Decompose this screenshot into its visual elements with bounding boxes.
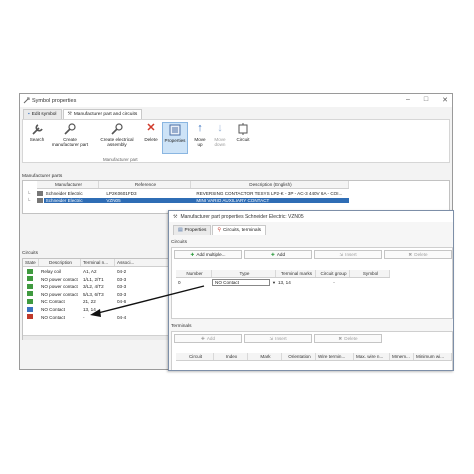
callout-arrow-icon: [90, 285, 205, 317]
